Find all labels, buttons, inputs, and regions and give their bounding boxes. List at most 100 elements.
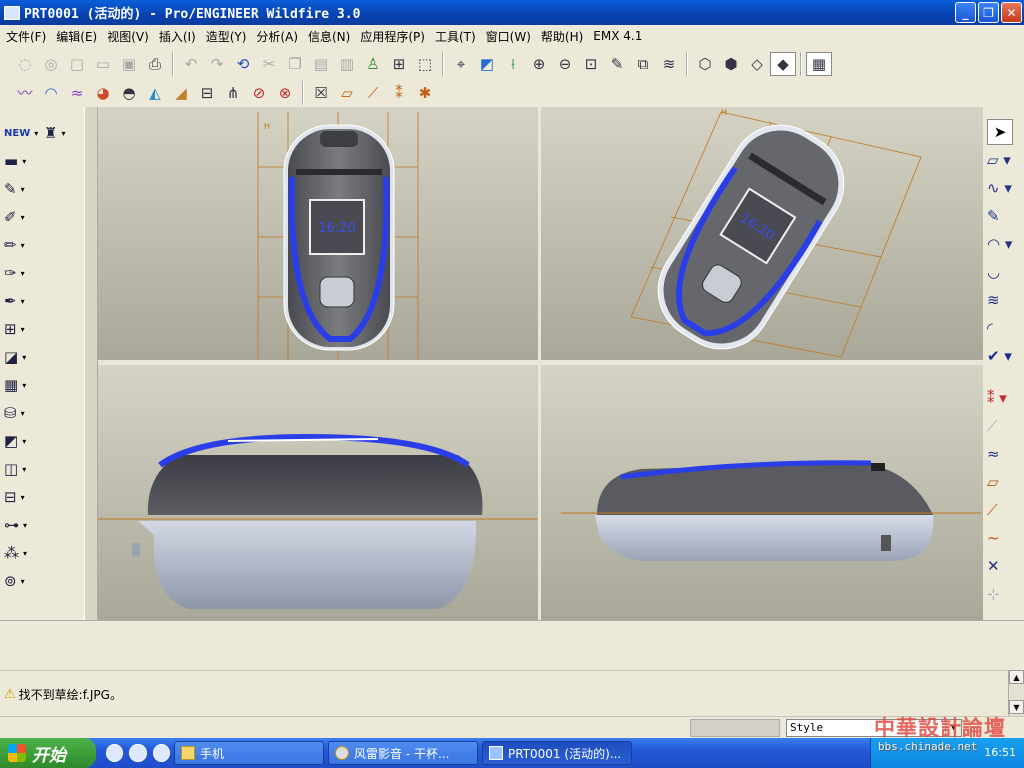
shading-icon[interactable]: ◆: [770, 51, 796, 76]
surface-analysis-icon[interactable]: ◠: [38, 81, 64, 105]
new-feature-icon[interactable]: NEW ▾: [4, 121, 40, 145]
scroll-down-icon[interactable]: ▼: [1009, 700, 1024, 714]
offset-curve-icon[interactable]: ⟋: [987, 413, 1019, 439]
slope-icon[interactable]: ◢: [168, 81, 194, 105]
menu-insert[interactable]: 插入(I): [157, 28, 204, 45]
menu-analysis[interactable]: 分析(A): [254, 28, 306, 45]
top-view-pane[interactable]: H 16:20: [98, 107, 538, 360]
zoom-out-icon[interactable]: ⊖: [552, 52, 578, 76]
connect-icon[interactable]: ≋: [987, 287, 1019, 313]
print-icon[interactable]: ⎙: [142, 52, 168, 76]
message-scrollbar[interactable]: ▲ ▼: [1008, 670, 1024, 716]
axis-icon[interactable]: ⟊: [500, 52, 526, 76]
boundary-surface-icon[interactable]: ◠ ▾: [987, 231, 1019, 257]
model-player-icon[interactable]: ♙: [360, 52, 386, 76]
graphics-viewport[interactable]: H 16:20 H 16:20: [98, 107, 983, 620]
save-icon[interactable]: ▣: [116, 52, 142, 76]
dihedral-icon[interactable]: ⋔: [220, 81, 246, 105]
table-icon[interactable]: ▦ ▾: [4, 373, 40, 397]
viewport-divider-horizontal[interactable]: [98, 360, 983, 365]
draft-icon[interactable]: ◭: [142, 81, 168, 105]
curve-analysis-icon[interactable]: 〰: [12, 81, 38, 105]
db-icon[interactable]: ⛁ ▾: [4, 401, 40, 425]
copy-icon[interactable]: ❐: [282, 52, 308, 76]
intersect-icon[interactable]: ✕: [987, 553, 1019, 579]
menu-info[interactable]: 信息(N): [306, 28, 358, 45]
browser-icon[interactable]: [129, 744, 147, 762]
menu-edit[interactable]: 编辑(E): [54, 28, 105, 45]
open-file-icon[interactable]: ◎: [38, 52, 64, 76]
media-icon[interactable]: [152, 744, 170, 762]
chain-icon[interactable]: ⊚ ▾: [4, 569, 40, 593]
feature-group-icon[interactable]: ♜ ▾: [44, 121, 80, 145]
project-curve-icon[interactable]: ≈: [987, 441, 1019, 467]
regenerate-icon[interactable]: ⟲: [230, 52, 256, 76]
close-button[interactable]: ✕: [1001, 2, 1022, 23]
menu-window[interactable]: 窗口(W): [484, 28, 539, 45]
scroll-up-icon[interactable]: ▲: [1009, 670, 1024, 684]
grid-view-icon[interactable]: ▦: [806, 51, 832, 76]
csys-display-icon[interactable]: ✱: [412, 81, 438, 105]
orient-icon[interactable]: ◩: [474, 52, 500, 76]
gaussian-icon[interactable]: ◕: [90, 81, 116, 105]
zoom-in-icon[interactable]: ⊕: [526, 52, 552, 76]
trim-icon[interactable]: ◫ ▾: [4, 457, 40, 481]
done-check-icon[interactable]: ✔ ▾: [987, 343, 1019, 369]
sketch-plane-icon[interactable]: ▱: [987, 469, 1019, 495]
menu-applications[interactable]: 应用程序(P): [358, 28, 433, 45]
selection-box-icon[interactable]: ⬚: [412, 52, 438, 76]
plane-tool-icon[interactable]: ▱ ▾: [987, 147, 1019, 173]
blank-icon[interactable]: ▢: [64, 52, 90, 76]
paste-icon[interactable]: ▤: [308, 52, 334, 76]
task-proe-button[interactable]: PRT0001 (活动的)...: [482, 741, 632, 765]
filter-select[interactable]: Style ▼: [786, 719, 962, 737]
menu-view[interactable]: 视图(V): [105, 28, 157, 45]
minimize-button[interactable]: _: [955, 2, 976, 23]
sketch-icon[interactable]: ✏ ▾: [4, 233, 40, 257]
pattern-icon[interactable]: ◪ ▾: [4, 345, 40, 369]
paste-special-icon[interactable]: ▥: [334, 52, 360, 76]
refit-icon[interactable]: ⊡: [578, 52, 604, 76]
trim-surface-icon[interactable]: ◜: [987, 315, 1019, 341]
close-box-icon[interactable]: ☒: [308, 81, 334, 105]
maximize-button[interactable]: ❐: [978, 2, 999, 23]
front-view-pane[interactable]: [98, 365, 538, 620]
start-button[interactable]: 开始: [0, 738, 96, 768]
menu-styling[interactable]: 造型(Y): [204, 28, 255, 45]
task-media-player-button[interactable]: 风雷影音 - 干杯...: [328, 741, 478, 765]
chevron-down-icon[interactable]: ▼: [945, 720, 961, 736]
no-hidden-icon[interactable]: ◇: [744, 52, 770, 76]
curvature-icon[interactable]: ⊘: [246, 81, 272, 105]
left-panel-splitter[interactable]: [84, 107, 98, 620]
iso-view-pane[interactable]: H 16:20: [541, 107, 983, 360]
point-pattern-icon[interactable]: ⁂ ▾: [4, 541, 40, 565]
menu-help[interactable]: 帮助(H): [539, 28, 591, 45]
sweep-icon[interactable]: ✐ ▾: [4, 205, 40, 229]
cut-icon[interactable]: ✂: [256, 52, 282, 76]
datum-plane-icon[interactable]: ✎ ▾: [4, 177, 40, 201]
plane-icon[interactable]: ▱: [334, 81, 360, 105]
deviation-icon[interactable]: ⊟: [194, 81, 220, 105]
task-folder-button[interactable]: 手机: [174, 741, 324, 765]
edit-feature-icon[interactable]: ✑ ▾: [4, 261, 40, 285]
layers-icon[interactable]: ≋: [656, 52, 682, 76]
menu-emx[interactable]: EMX 4.1: [591, 29, 650, 43]
open-folder-icon[interactable]: ▭: [90, 52, 116, 76]
point-cross-icon[interactable]: ⁑ ▾: [987, 385, 1019, 411]
mirror-icon[interactable]: ⊶ ▾: [4, 513, 40, 537]
offset-icon[interactable]: ◩ ▾: [4, 429, 40, 453]
side-view-pane[interactable]: [541, 365, 983, 620]
section-icon[interactable]: ◓: [116, 81, 142, 105]
edit-curve-icon[interactable]: ✎: [987, 203, 1019, 229]
menu-tools[interactable]: 工具(T): [433, 28, 484, 45]
undo-icon[interactable]: ↶: [178, 52, 204, 76]
line-icon[interactable]: ⟋: [987, 497, 1019, 523]
menu-file[interactable]: 文件(F): [4, 28, 54, 45]
round-icon[interactable]: ✒ ▾: [4, 289, 40, 313]
xyz-icon[interactable]: ⊹: [987, 581, 1019, 607]
reflection-icon[interactable]: ≈: [64, 81, 90, 105]
merge-icon[interactable]: ⊟ ▾: [4, 485, 40, 509]
spin-center-icon[interactable]: ⌖: [448, 52, 474, 76]
repaint-icon[interactable]: ✎: [604, 52, 630, 76]
hidden-line-icon[interactable]: ⬢: [718, 52, 744, 76]
